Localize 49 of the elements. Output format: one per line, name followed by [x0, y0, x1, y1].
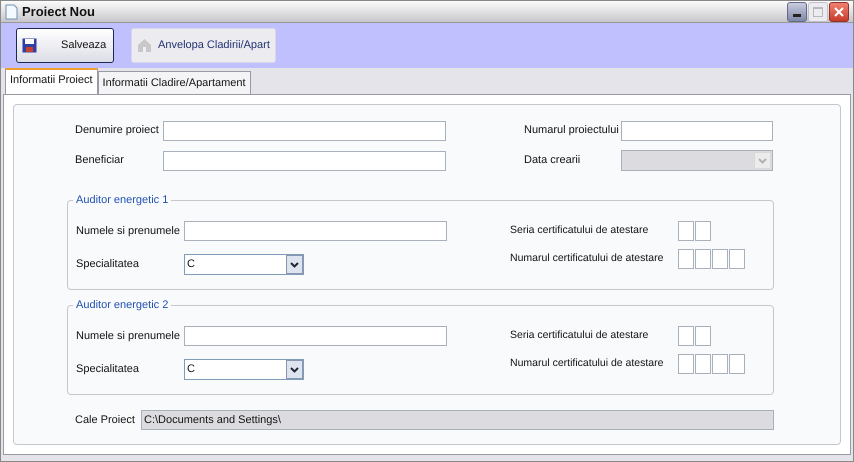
- digit-field[interactable]: [678, 326, 694, 346]
- house-icon: [137, 38, 152, 54]
- field-label: Seria certificatului de atestare: [510, 328, 650, 344]
- field-label: Seria certificatului de atestare: [510, 223, 650, 238]
- chevron-down-icon: [758, 158, 767, 164]
- digit-field[interactable]: [712, 249, 728, 269]
- digit-field[interactable]: [729, 354, 745, 374]
- window-title: Proiect Nou: [22, 2, 95, 21]
- name-field[interactable]: [184, 326, 447, 346]
- text-field[interactable]: [621, 120, 773, 140]
- field-label: Specialitatea: [76, 257, 140, 272]
- field-label: Numarul certificatului de atestare: [510, 356, 664, 372]
- digit-field[interactable]: [695, 326, 711, 346]
- field-label: Numarul certificatului de atestare: [510, 251, 664, 266]
- field-label: Cale Proiect: [75, 412, 136, 428]
- specialty-select[interactable]: C: [184, 359, 304, 380]
- digit-field[interactable]: [678, 221, 694, 241]
- dropdown-button[interactable]: [286, 360, 303, 379]
- specialty-select[interactable]: C: [184, 254, 304, 275]
- name-field[interactable]: [184, 221, 447, 241]
- digit-field[interactable]: [678, 249, 694, 269]
- digit-field[interactable]: [695, 221, 711, 241]
- digit-field[interactable]: [695, 249, 711, 269]
- group-title: Auditor energetic 1: [73, 193, 172, 207]
- tab[interactable]: Informatii Proiect: [5, 68, 98, 94]
- text-field[interactable]: [163, 120, 446, 140]
- close-button[interactable]: [829, 2, 849, 22]
- field-label: Specialitatea: [76, 362, 140, 378]
- group-title: Auditor energetic 2: [73, 298, 172, 312]
- minimize-button[interactable]: [787, 2, 807, 22]
- field-label: Numele si prenumele: [76, 328, 181, 344]
- field-label: Numele si prenumele: [76, 224, 181, 239]
- text-field[interactable]: [163, 150, 446, 170]
- digit-field[interactable]: [695, 354, 711, 374]
- document-icon: [5, 4, 18, 20]
- field-label: Numarul proiectului: [524, 123, 620, 138]
- digit-field[interactable]: [729, 249, 745, 269]
- tab[interactable]: Informatii Cladire/Apartament: [98, 71, 251, 94]
- close-icon: [834, 6, 844, 17]
- digit-field[interactable]: [678, 354, 694, 374]
- path-field: C:\Documents and Settings\: [141, 410, 774, 430]
- chevron-down-icon: [290, 366, 299, 372]
- field-label: Data crearii: [524, 153, 582, 168]
- dropdown-button[interactable]: [286, 255, 303, 274]
- field-label: Beneficiar: [75, 153, 125, 168]
- field-label: Denumire proiect: [75, 123, 160, 138]
- digit-field[interactable]: [712, 354, 728, 374]
- chevron-down-icon: [290, 262, 299, 268]
- toolbar-button[interactable]: Salveaza: [16, 28, 114, 64]
